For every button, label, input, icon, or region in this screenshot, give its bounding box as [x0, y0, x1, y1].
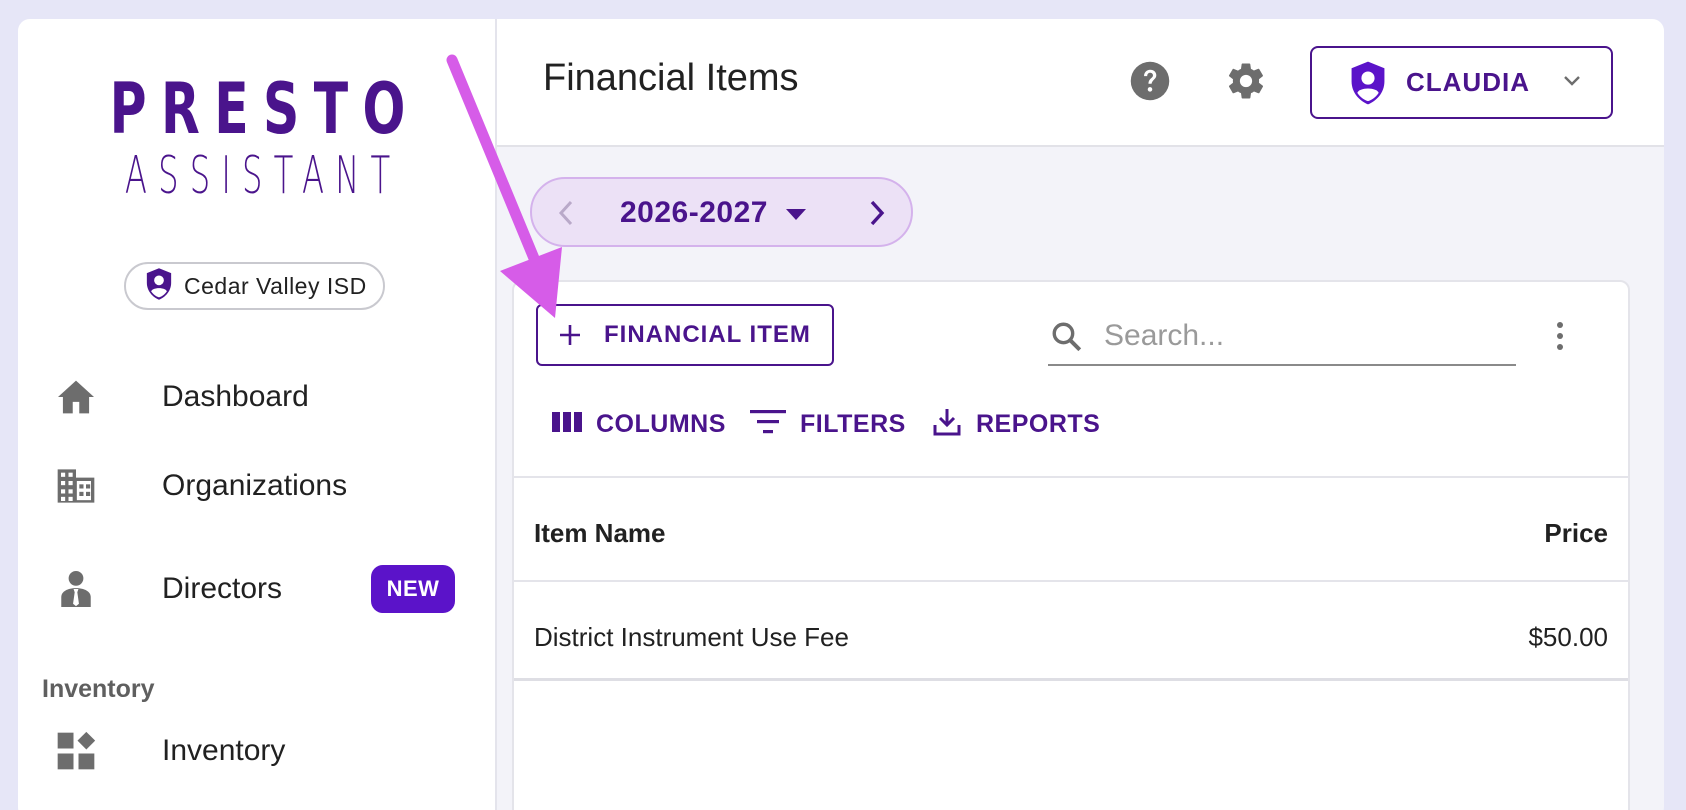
columns-button[interactable]: COLUMNS — [552, 402, 726, 446]
filters-button[interactable]: FILTERS — [750, 402, 906, 446]
year-selector: 2026-2027 — [530, 177, 913, 247]
organization-name: Cedar Valley ISD — [184, 272, 367, 299]
help-icon[interactable] — [1128, 59, 1172, 103]
new-badge: NEW — [371, 565, 455, 613]
reports-button[interactable]: REPORTS — [932, 402, 1100, 446]
financial-items-card: FINANCIAL ITEM COLUMNS FILTERS — [512, 280, 1630, 810]
sidebar-item-label: Dashboard — [162, 380, 309, 413]
search-icon — [1050, 320, 1084, 359]
user-name: CLAUDIA — [1406, 67, 1530, 97]
divider — [514, 580, 1628, 582]
caret-down-icon[interactable] — [786, 208, 806, 226]
column-header-item-name[interactable]: Item Name — [534, 518, 666, 549]
divider — [514, 476, 1628, 478]
building-icon — [54, 464, 98, 508]
search-input[interactable] — [1104, 314, 1504, 358]
sidebar: PRESTO ASSISTANT Cedar Valley ISD Dashbo… — [18, 19, 497, 810]
organization-chip[interactable]: Cedar Valley ISD — [124, 262, 385, 310]
download-icon — [932, 407, 962, 442]
add-financial-item-label: FINANCIAL ITEM — [604, 321, 811, 348]
logo-line-1: PRESTO — [109, 68, 420, 150]
sidebar-item-label: Organizations — [162, 469, 348, 502]
section-label-inventory: Inventory — [42, 675, 155, 703]
director-icon — [54, 567, 98, 611]
chevron-left-icon[interactable] — [556, 197, 578, 234]
divider — [514, 678, 1628, 681]
filters-label: FILTERS — [800, 409, 906, 438]
more-options-icon[interactable] — [1548, 316, 1572, 356]
app-window: PRESTO ASSISTANT Cedar Valley ISD Dashbo… — [18, 19, 1664, 810]
column-header-price[interactable]: Price — [1544, 518, 1608, 549]
columns-label: COLUMNS — [596, 409, 726, 438]
plus-icon — [556, 321, 584, 354]
filter-icon — [750, 409, 786, 440]
inventory-icon — [54, 729, 98, 773]
top-header: Financial Items CLAUDIA — [497, 19, 1664, 147]
shield-user-icon — [1348, 60, 1388, 111]
page-title: Financial Items — [543, 57, 799, 99]
user-menu-button[interactable]: CLAUDIA — [1310, 46, 1613, 119]
chevron-right-icon[interactable] — [865, 197, 887, 234]
sidebar-item-organizations[interactable]: Organizations — [18, 446, 497, 526]
sidebar-item-label: Directors — [162, 572, 283, 605]
home-icon — [54, 375, 98, 419]
sidebar-item-inventory[interactable]: Inventory — [18, 711, 497, 791]
add-financial-item-button[interactable]: FINANCIAL ITEM — [536, 304, 834, 366]
chevron-down-icon — [1562, 74, 1582, 93]
sidebar-item-dashboard[interactable]: Dashboard — [18, 357, 497, 437]
cell-price: $50.00 — [1528, 622, 1608, 652]
cell-item-name: District Instrument Use Fee — [534, 622, 849, 652]
search-box — [1048, 308, 1516, 366]
sidebar-item-label: Inventory — [162, 734, 286, 767]
reports-label: REPORTS — [976, 409, 1101, 438]
year-dropdown[interactable]: 2026-2027 — [620, 196, 768, 230]
shield-user-icon — [144, 267, 174, 306]
presto-assistant-logo[interactable]: PRESTO ASSISTANT — [18, 71, 497, 205]
gear-icon[interactable] — [1224, 59, 1268, 103]
logo-line-2: ASSISTANT — [124, 146, 402, 206]
columns-icon — [552, 411, 582, 438]
